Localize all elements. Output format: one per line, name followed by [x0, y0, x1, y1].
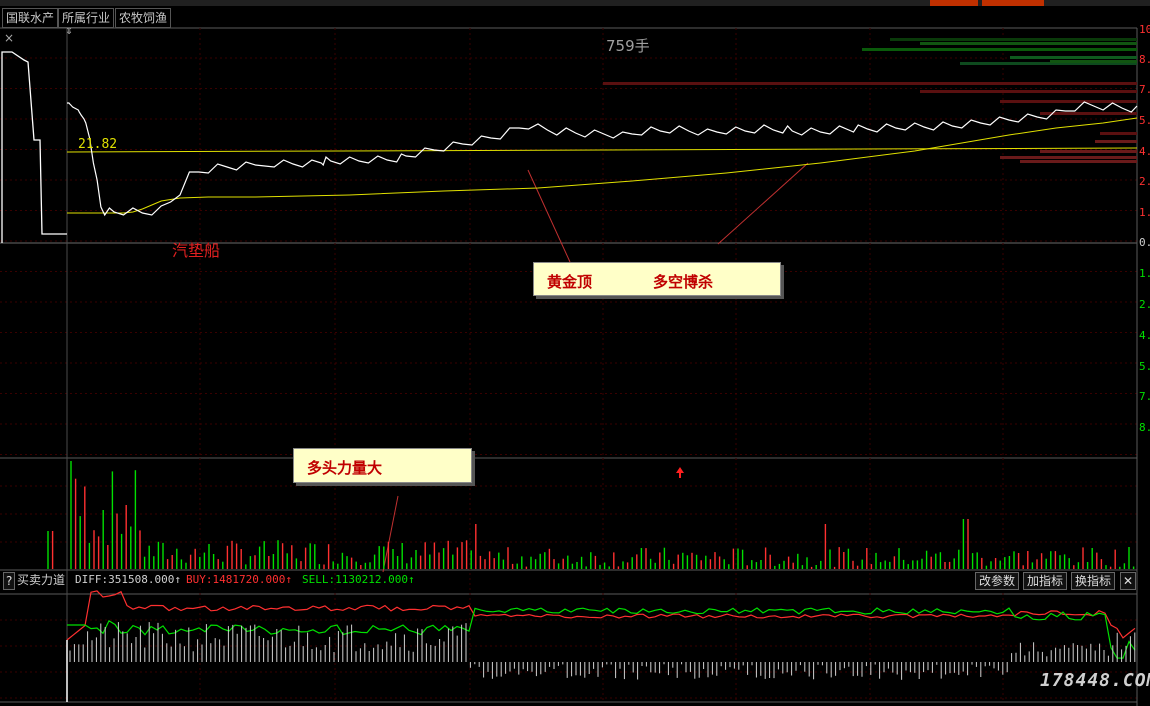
buy-line: [66, 590, 1136, 641]
boat-label: 汽垫船: [172, 241, 221, 260]
right-axis-label: 8.: [1139, 53, 1150, 66]
note-gold-top-bull-bear: 黄金顶 多空博杀: [533, 262, 781, 296]
add-indicator-button[interactable]: 加指标: [1023, 572, 1068, 590]
orderbook-bar: [862, 48, 1137, 51]
right-axis-label: 5.: [1139, 114, 1150, 127]
right-axis-label: 8.: [1139, 421, 1150, 434]
orderbook-bar: [1000, 156, 1137, 159]
close-icon[interactable]: ✕: [1120, 572, 1137, 590]
orderbook-bar: [603, 82, 1137, 85]
right-axis-label: 7.: [1139, 83, 1150, 96]
indicator-sell: SELL:1130212.000↑: [302, 573, 415, 586]
indicator-buy: BUY:1481720.000↑: [186, 573, 292, 586]
change-params-button[interactable]: 改参数: [975, 572, 1020, 590]
orderbook-bar: [1000, 100, 1137, 103]
pointer-bull-bear: [717, 162, 809, 245]
note-bull-bear: 多空博杀: [653, 273, 714, 291]
orderbook-bar: [1040, 112, 1137, 115]
orderbook-bar: [920, 42, 1137, 45]
chart-grid: × ⇕: [0, 0, 1150, 706]
orderbook-bar: [890, 38, 1137, 41]
volume-hand-label: 759手: [606, 37, 650, 55]
note-gold-top: 黄金顶: [547, 273, 593, 291]
right-axis-label: 4.: [1139, 145, 1150, 158]
tab-sector[interactable]: 农牧饲渔: [115, 8, 172, 28]
chart-marks: [47, 101, 1138, 702]
sell-line: [67, 607, 1136, 659]
tab-stock[interactable]: 国联水产: [2, 8, 59, 28]
red-arrow-icon: [676, 467, 684, 478]
right-axis-label: 7.: [1139, 390, 1150, 403]
orderbook-bar: [1100, 132, 1137, 135]
top-strip-red-2: [982, 0, 1044, 6]
orderbook-bar: [1050, 60, 1137, 63]
right-axis-label: 4.: [1139, 329, 1150, 342]
chart-overlays: [1, 38, 1138, 573]
pointer-gold-top: [527, 169, 571, 263]
watermark: 178448.COM: [1040, 670, 1150, 691]
switch-indicator-button[interactable]: 换指标: [1071, 572, 1116, 590]
orderbook-bar: [920, 90, 1137, 93]
right-axis-label: 1.: [1139, 267, 1150, 280]
orderbook-bar: [1095, 140, 1137, 143]
top-strip-red-1: [930, 0, 978, 6]
ref-price-label: 21.82: [78, 137, 118, 152]
right-axis-label: 0.: [1139, 236, 1150, 249]
indicator-name[interactable]: 买卖力道: [17, 572, 65, 588]
right-axis-label: 2.: [1139, 298, 1150, 311]
right-axis-label: 10: [1139, 23, 1150, 36]
right-axis-label: 1.: [1139, 206, 1150, 219]
right-axis-label: 5.: [1139, 360, 1150, 373]
indicator-diff: DIFF:351508.000↑: [75, 573, 181, 586]
note-bull-power-text: 多头力量大: [307, 459, 383, 477]
orderbook-bar: [1010, 56, 1137, 59]
orderbook-bar: [1040, 150, 1137, 153]
pre-open-line: [1, 51, 67, 243]
indicator-help-button[interactable]: ?: [3, 572, 16, 590]
tab-industry[interactable]: 所属行业: [58, 8, 115, 28]
right-axis-label: 2.: [1139, 175, 1150, 188]
intraday-chart: × ⇕: [0, 0, 1150, 706]
orderbook-bar: [1020, 160, 1137, 163]
note-bull-power: 多头力量大: [293, 448, 472, 483]
panel-close-icon: ×: [4, 31, 14, 45]
avg-line: [67, 117, 1138, 214]
pointer-bull-power: [382, 495, 399, 573]
